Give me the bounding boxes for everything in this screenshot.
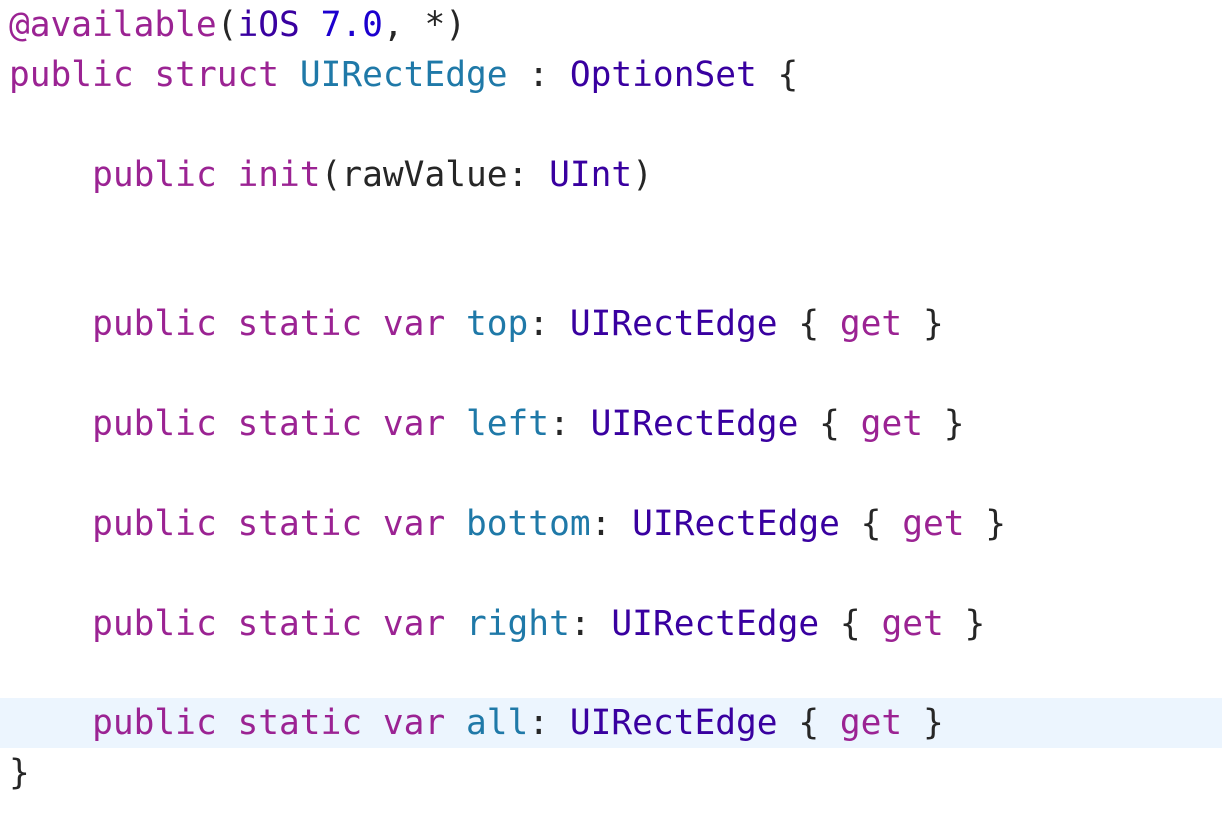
keyword-public: public: [9, 55, 134, 95]
code-line-init[interactable]: public init(rawValue: UInt): [0, 150, 1222, 200]
brace-open: {: [777, 304, 840, 344]
colon: :: [569, 604, 612, 644]
keyword-init: init: [237, 155, 321, 195]
keyword-get: get: [860, 404, 923, 444]
platform-version: 7.0: [320, 5, 383, 45]
code-editor[interactable]: @available(iOS 7.0, *) public struct UIR…: [0, 0, 1222, 824]
code-line-property-bottom[interactable]: public static var bottom: UIRectEdge { g…: [0, 499, 1222, 549]
platform-name: iOS: [237, 5, 300, 45]
brace-close: }: [922, 404, 965, 444]
keyword-static: static: [237, 304, 363, 344]
keyword-public: public: [92, 504, 217, 544]
keyword-var: var: [382, 404, 446, 444]
keyword-get: get: [902, 504, 965, 544]
brace-open: {: [819, 604, 882, 644]
keyword-static: static: [237, 604, 363, 644]
property-name: right: [466, 604, 570, 644]
keyword-var: var: [382, 304, 446, 344]
colon: :: [590, 504, 633, 544]
property-type: UIRectEdge: [569, 304, 778, 344]
brace-open: {: [839, 504, 903, 544]
property-type: UIRectEdge: [590, 404, 799, 444]
colon: :: [549, 404, 591, 444]
keyword-get: get: [881, 604, 944, 644]
code-line-property-all[interactable]: public static var all: UIRectEdge { get …: [0, 698, 1222, 748]
param-type: UInt: [549, 155, 633, 195]
paren-open: (: [216, 5, 238, 45]
struct-name: UIRectEdge: [299, 55, 508, 95]
brace-close: }: [902, 304, 944, 344]
keyword-public: public: [92, 404, 217, 444]
keyword-public: public: [92, 155, 217, 195]
keyword-public: public: [92, 604, 217, 644]
protocol-name: OptionSet: [569, 55, 757, 95]
property-type: UIRectEdge: [611, 604, 820, 644]
keyword-struct: struct: [154, 55, 280, 95]
code-line-available[interactable]: @available(iOS 7.0, *): [0, 0, 1222, 50]
property-name: left: [466, 404, 550, 444]
property-name: bottom: [466, 504, 591, 544]
colon: :: [528, 304, 570, 344]
property-type: UIRectEdge: [632, 504, 840, 544]
code-line-closing-brace[interactable]: }: [0, 748, 1222, 798]
available-attribute: @available: [9, 5, 217, 45]
paren-close: ): [632, 155, 653, 195]
available-rest: , *): [382, 5, 466, 45]
property-name: top: [466, 304, 529, 344]
keyword-var: var: [382, 604, 446, 644]
property-type: UIRectEdge: [569, 703, 778, 743]
code-line-struct-decl[interactable]: public struct UIRectEdge : OptionSet {: [0, 50, 1222, 100]
keyword-static: static: [237, 404, 363, 444]
keyword-public: public: [92, 304, 217, 344]
keyword-var: var: [382, 703, 446, 743]
colon: :: [507, 55, 570, 95]
code-line-property-top[interactable]: public static var top: UIRectEdge { get …: [0, 299, 1222, 349]
open-brace: {: [756, 55, 799, 95]
code-line-property-right[interactable]: public static var right: UIRectEdge { ge…: [0, 599, 1222, 649]
keyword-static: static: [237, 504, 363, 544]
brace-open: {: [798, 404, 861, 444]
closing-brace: }: [9, 753, 30, 793]
code-line-property-left[interactable]: public static var left: UIRectEdge { get…: [0, 399, 1222, 449]
colon: :: [528, 703, 570, 743]
init-params: (rawValue:: [320, 155, 550, 195]
keyword-get: get: [839, 703, 903, 743]
property-name: all: [466, 703, 529, 743]
brace-close: }: [964, 504, 1007, 544]
keyword-static: static: [237, 703, 363, 743]
keyword-var: var: [382, 504, 446, 544]
keyword-public: public: [92, 703, 217, 743]
brace-close: }: [943, 604, 986, 644]
keyword-get: get: [839, 304, 903, 344]
brace-open: {: [777, 703, 840, 743]
brace-close: }: [902, 703, 944, 743]
